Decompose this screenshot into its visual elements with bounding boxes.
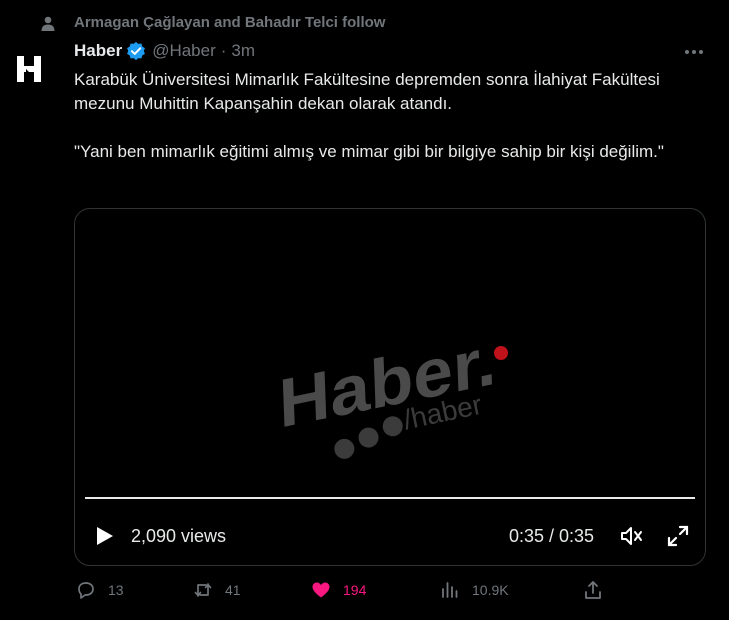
separator-dot: · [220, 41, 227, 60]
person-icon [41, 16, 55, 31]
tweet-actions: 13 41 194 10.9K [0, 580, 729, 606]
verified-badge-icon[interactable] [126, 41, 146, 61]
analytics-icon [442, 582, 458, 598]
haber-logo-icon [17, 56, 41, 82]
tweet-text: Karabük Üniversitesi Mimarlık Fakültesin… [74, 68, 704, 164]
author-handle[interactable]: @Haber [152, 41, 216, 61]
video-view-count: 2,090 views [131, 526, 227, 546]
like-count: 194 [343, 582, 367, 598]
avatar[interactable] [6, 46, 52, 92]
play-icon[interactable] [93, 525, 115, 547]
tweet-header: Haber @Haber · 3m [74, 41, 255, 61]
reply-icon [78, 582, 94, 599]
retweet-button[interactable]: 41 [193, 580, 241, 600]
share-button[interactable] [583, 580, 603, 600]
heart-icon [312, 582, 330, 598]
social-context: Armagan Çağlayan and Bahadır Telci follo… [40, 14, 385, 31]
volume-icon[interactable] [620, 525, 644, 547]
views-button[interactable]: 10.9K [440, 580, 509, 600]
social-context-text[interactable]: Armagan Çağlayan and Bahadır Telci follo… [74, 14, 385, 31]
retweet-icon [194, 583, 212, 597]
video-progress-bar[interactable] [85, 497, 695, 499]
tweet-text-paragraph-1: Karabük Üniversitesi Mimarlık Fakültesin… [74, 70, 660, 113]
tweet-timestamp[interactable]: 3m [231, 41, 255, 61]
reply-count: 13 [108, 582, 124, 598]
like-button[interactable]: 194 [311, 580, 366, 600]
tweet-text-paragraph-2: "Yani ben mimarlık eğitimi almış ve mima… [74, 142, 664, 161]
fullscreen-icon[interactable] [667, 525, 689, 547]
haber-watermark-logo: Haber. /haber [278, 321, 508, 459]
reply-button[interactable]: 13 [76, 580, 124, 600]
video-player[interactable]: Haber. /haber 2,090 views 0:35 / 0:35 [74, 208, 706, 566]
more-options-icon[interactable] [682, 43, 706, 61]
video-duration: 0:35 / 0:35 [509, 526, 595, 546]
author-name[interactable]: Haber [74, 41, 122, 61]
retweet-count: 41 [225, 582, 241, 598]
share-icon [585, 581, 601, 599]
view-count: 10.9K [472, 582, 509, 598]
